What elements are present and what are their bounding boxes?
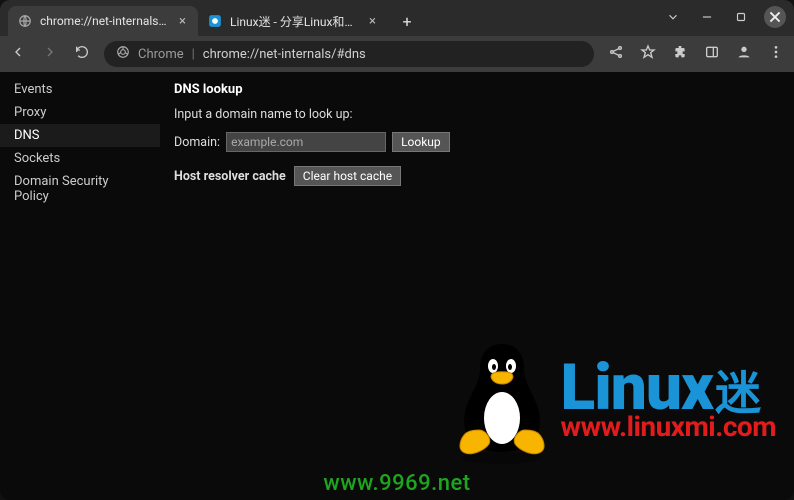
- site-favicon: [208, 14, 222, 28]
- section-title: DNS lookup: [174, 82, 780, 97]
- profile-icon[interactable]: [736, 44, 752, 64]
- sidebar-item-events[interactable]: Events: [0, 78, 160, 101]
- back-button[interactable]: [10, 44, 26, 64]
- domain-input[interactable]: [226, 132, 386, 152]
- share-icon[interactable]: [608, 44, 624, 64]
- close-icon[interactable]: ×: [367, 14, 378, 29]
- sidebar-item-domain-security[interactable]: Domain Security Policy: [0, 170, 160, 208]
- window-close-button[interactable]: [764, 6, 786, 28]
- tab-title: Linux迷 - 分享Linux和编程: [230, 13, 359, 30]
- cache-label: Host resolver cache: [174, 169, 286, 184]
- window-maximize-button[interactable]: [730, 6, 752, 28]
- lookup-button[interactable]: Lookup: [392, 132, 450, 152]
- sidebar-item-proxy[interactable]: Proxy: [0, 101, 160, 124]
- clear-cache-button[interactable]: Clear host cache: [294, 166, 401, 186]
- close-icon[interactable]: ×: [177, 14, 188, 29]
- address-bar[interactable]: Chrome | chrome://net-internals/#dns: [104, 41, 594, 67]
- watermark-title: Linux迷: [561, 359, 777, 417]
- tab-strip: chrome://net-internals/# × Linux迷 - 分享Li…: [0, 0, 794, 36]
- globe-icon: [18, 14, 32, 28]
- bookmark-icon[interactable]: [640, 44, 656, 64]
- toolbar: Chrome | chrome://net-internals/#dns: [0, 36, 794, 72]
- new-tab-button[interactable]: +: [394, 8, 420, 34]
- sidebar: Events Proxy DNS Sockets Domain Security…: [0, 72, 160, 500]
- page-content: Events Proxy DNS Sockets Domain Security…: [0, 72, 794, 500]
- scheme-label: Chrome: [138, 47, 184, 62]
- chevron-down-icon[interactable]: [662, 6, 684, 28]
- watermark-url: www.linuxmi.com: [561, 410, 777, 443]
- window-minimize-button[interactable]: [696, 6, 718, 28]
- tab-title: chrome://net-internals/#: [40, 14, 169, 28]
- tux-icon: [447, 336, 557, 466]
- main-panel: DNS lookup Input a domain name to look u…: [160, 72, 794, 500]
- side-panel-icon[interactable]: [704, 44, 720, 64]
- watermark-logo: Linux迷 www.linuxmi.com: [447, 336, 777, 466]
- forward-button[interactable]: [42, 44, 58, 64]
- reload-button[interactable]: [74, 44, 90, 64]
- chrome-page-icon: [116, 45, 130, 63]
- extensions-icon[interactable]: [672, 44, 688, 64]
- tab-linuxmi[interactable]: Linux迷 - 分享Linux和编程 ×: [198, 6, 388, 36]
- sidebar-item-sockets[interactable]: Sockets: [0, 147, 160, 170]
- footer-watermark: www.9969.net: [0, 471, 794, 496]
- sidebar-item-dns[interactable]: DNS: [0, 124, 160, 147]
- domain-label: Domain:: [174, 135, 220, 150]
- tab-net-internals[interactable]: chrome://net-internals/# ×: [8, 6, 198, 36]
- url-text: chrome://net-internals/#dns: [203, 47, 366, 62]
- menu-icon[interactable]: [768, 44, 784, 64]
- instruction-text: Input a domain name to look up:: [174, 107, 780, 122]
